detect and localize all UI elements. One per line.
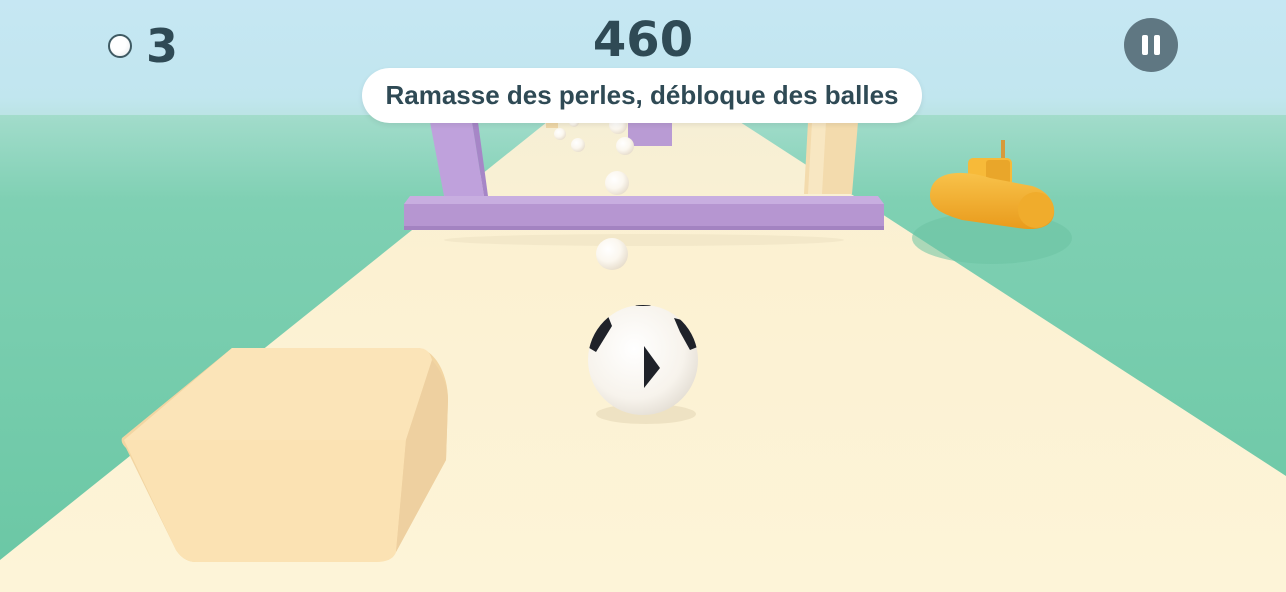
pause-icon (1142, 35, 1148, 55)
pause-button[interactable] (1124, 18, 1178, 72)
purple-gate-bar (404, 196, 884, 204)
tip-banner: Ramasse des perles, débloque des balles (362, 68, 922, 123)
pearl (596, 238, 628, 270)
game-screen[interactable]: 3 460 Ramasse des perles, débloque des b… (0, 0, 1286, 592)
far-purple-block (628, 122, 672, 146)
tip-banner-text: Ramasse des perles, débloque des balles (385, 80, 899, 110)
pause-icon-bar (1154, 35, 1160, 55)
score: 460 (592, 12, 694, 68)
pearl (554, 128, 566, 140)
pearl (571, 138, 585, 152)
pearl (605, 171, 629, 195)
pearl (616, 137, 634, 155)
